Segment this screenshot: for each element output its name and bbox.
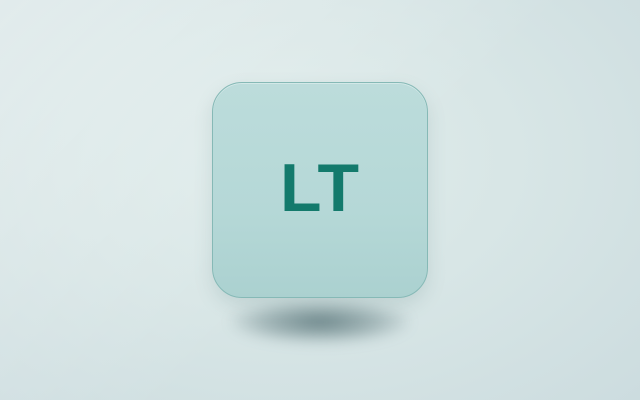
app-icon-label: LT xyxy=(279,150,361,226)
app-icon[interactable]: LT xyxy=(212,82,428,298)
icon-shadow xyxy=(230,300,410,344)
